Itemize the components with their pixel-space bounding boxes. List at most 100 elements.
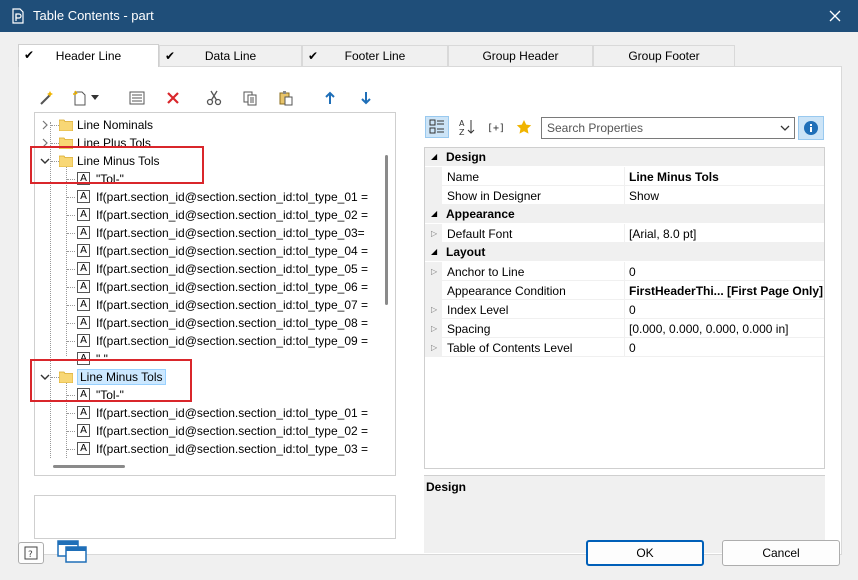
tree-text-item[interactable]: A If(part.section_id@section.section_id:t…	[35, 314, 378, 332]
sort-az-icon: A Z	[459, 119, 475, 136]
tree-connector	[67, 341, 75, 342]
property-category[interactable]: ◢ Layout	[425, 243, 824, 261]
tree-view[interactable]: Line Nominals Line Plus Tols Line Minus To…	[34, 112, 396, 476]
property-value[interactable]: [Arial, 8.0 pt]	[625, 224, 824, 243]
tab-group-footer[interactable]: Group Footer	[593, 45, 735, 66]
property-category[interactable]: ◢ Appearance	[425, 205, 824, 223]
vertical-scrollbar[interactable]	[378, 113, 395, 460]
property-category[interactable]: ◢ Design	[425, 148, 824, 166]
star-icon	[516, 120, 532, 134]
tree-text-item[interactable]: A If(part.section_id@section.section_id:t…	[35, 224, 378, 242]
search-input[interactable]	[542, 118, 772, 138]
tree-item-label: If(part.section_id@section.section_id:to…	[96, 190, 369, 204]
tab-header-line[interactable]: ✔ Header Line	[18, 44, 159, 67]
search-properties-combobox[interactable]	[541, 117, 795, 139]
scrollbar-thumb[interactable]	[385, 155, 388, 305]
expand-triangle-icon[interactable]: ▷	[431, 324, 437, 333]
tree-connector	[67, 233, 75, 234]
property-value[interactable]: FirstHeaderThi... [First Page Only]	[625, 281, 824, 300]
chevron-down-icon[interactable]	[39, 155, 51, 167]
tree-folder-item[interactable]: Line Plus Tols	[35, 134, 378, 152]
categorized-button[interactable]	[425, 116, 449, 138]
tree-folder-item[interactable]: Line Nominals	[35, 116, 378, 134]
property-row[interactable]: ▷ Default Font [Arial, 8.0 pt]	[425, 224, 824, 243]
tree-text-item[interactable]: A If(part.section_id@section.section_id:t…	[35, 206, 378, 224]
property-value[interactable]: [0.000, 0.000, 0.000, 0.000 in]	[625, 319, 824, 338]
tree-text-item[interactable]: A If(part.section_id@section.section_id:t…	[35, 332, 378, 350]
property-value[interactable]: 0	[625, 262, 824, 281]
tree-text-item[interactable]: A If(part.section_id@section.section_id:t…	[35, 260, 378, 278]
folder-icon	[58, 155, 74, 168]
tree-text-item[interactable]: A "Tol-"	[35, 170, 378, 188]
info-icon	[804, 121, 818, 135]
close-button[interactable]	[812, 0, 858, 32]
tab-data-line[interactable]: ✔ Data Line	[159, 45, 302, 66]
property-row[interactable]: Show in Designer Show	[425, 186, 824, 205]
close-icon	[829, 10, 841, 22]
property-row[interactable]: ▷ Table of Contents Level 0	[425, 338, 824, 357]
move-up-button[interactable]	[318, 87, 342, 109]
collapse-triangle-icon[interactable]: ◢	[431, 152, 437, 161]
tree-text-item[interactable]: A " "	[35, 350, 378, 368]
horizontal-scrollbar[interactable]	[35, 458, 378, 475]
tab-label: Header Line	[55, 49, 122, 63]
expand-triangle-icon[interactable]: ▷	[431, 267, 437, 276]
collapse-triangle-icon[interactable]: ◢	[431, 247, 437, 256]
chevron-down-icon[interactable]	[779, 122, 791, 134]
expand-triangle-icon[interactable]: ▷	[431, 229, 437, 238]
scrollbar-thumb[interactable]	[53, 465, 125, 468]
wizard-button[interactable]	[35, 87, 59, 109]
expand-triangle-icon[interactable]: ▷	[431, 343, 437, 352]
tree-folder-item[interactable]: Line Minus Tols	[35, 368, 378, 386]
property-value[interactable]: Show	[625, 186, 824, 205]
property-grid[interactable]: ◢ Design Name Line Minus Tols Show in Design…	[424, 147, 825, 469]
tree-text-item[interactable]: A "Tol-"	[35, 386, 378, 404]
insert-button[interactable]	[67, 87, 103, 109]
chevron-right-icon[interactable]	[39, 119, 51, 131]
copy-button[interactable]	[238, 87, 262, 109]
info-button[interactable]	[798, 116, 824, 140]
property-row[interactable]: ▷ Index Level 0	[425, 300, 824, 319]
ok-button[interactable]: OK	[586, 540, 704, 566]
favorites-button[interactable]	[512, 116, 536, 138]
paste-button[interactable]	[274, 87, 298, 109]
tree-text-item[interactable]: A If(part.section_id@section.section_id:t…	[35, 188, 378, 206]
tree-text-item[interactable]: A If(part.section_id@section.section_id:t…	[35, 296, 378, 314]
property-row[interactable]: ▷ Anchor to Line 0	[425, 262, 824, 281]
tree-text-item[interactable]: A If(part.section_id@section.section_id:t…	[35, 278, 378, 296]
expand-triangle-icon[interactable]: ▷	[431, 305, 437, 314]
sort-alphabetical-button[interactable]: A Z	[455, 116, 479, 138]
tree-text-item[interactable]: A If(part.section_id@section.section_id:t…	[35, 440, 378, 458]
window-mode-button[interactable]	[56, 538, 90, 566]
move-down-button[interactable]	[354, 87, 378, 109]
properties-button[interactable]	[125, 87, 149, 109]
property-value[interactable]: 0	[625, 338, 824, 357]
help-button[interactable]: ?	[18, 542, 44, 564]
tree-text-item[interactable]: A If(part.section_id@section.section_id:t…	[35, 404, 378, 422]
tab-group-header[interactable]: Group Header	[448, 45, 593, 66]
chevron-right-icon[interactable]	[39, 137, 51, 149]
property-value[interactable]: Line Minus Tols	[625, 167, 824, 186]
tab-footer-line[interactable]: ✔ Footer Line	[302, 45, 448, 66]
collapse-triangle-icon[interactable]: ◢	[431, 209, 437, 218]
tree-connector	[51, 161, 59, 162]
cancel-button[interactable]: Cancel	[722, 540, 840, 566]
property-name: Show in Designer	[442, 186, 625, 205]
expand-all-button[interactable]: [+]	[484, 116, 508, 138]
tree-item-label: If(part.section_id@section.section_id:to…	[96, 442, 369, 456]
property-row[interactable]: ▷ Spacing [0.000, 0.000, 0.000, 0.000 in]	[425, 319, 824, 338]
chevron-down-icon[interactable]	[39, 371, 51, 383]
property-value[interactable]: 0	[625, 300, 824, 319]
categorized-icon	[429, 119, 444, 134]
delete-button[interactable]	[161, 87, 185, 109]
tree-item-label: Line Minus Tols	[77, 369, 166, 385]
property-row[interactable]: Name Line Minus Tols	[425, 167, 824, 186]
tree-text-item[interactable]: A If(part.section_id@section.section_id:t…	[35, 242, 378, 260]
text-field-icon: A	[77, 442, 90, 455]
property-gutter	[425, 167, 442, 186]
cut-button[interactable]	[202, 87, 226, 109]
tree-folder-item[interactable]: Line Minus Tols	[35, 152, 378, 170]
property-row[interactable]: Appearance Condition FirstHeaderThi... [F…	[425, 281, 824, 300]
tree-text-item[interactable]: A If(part.section_id@section.section_id:t…	[35, 422, 378, 440]
tree-connector	[67, 251, 75, 252]
